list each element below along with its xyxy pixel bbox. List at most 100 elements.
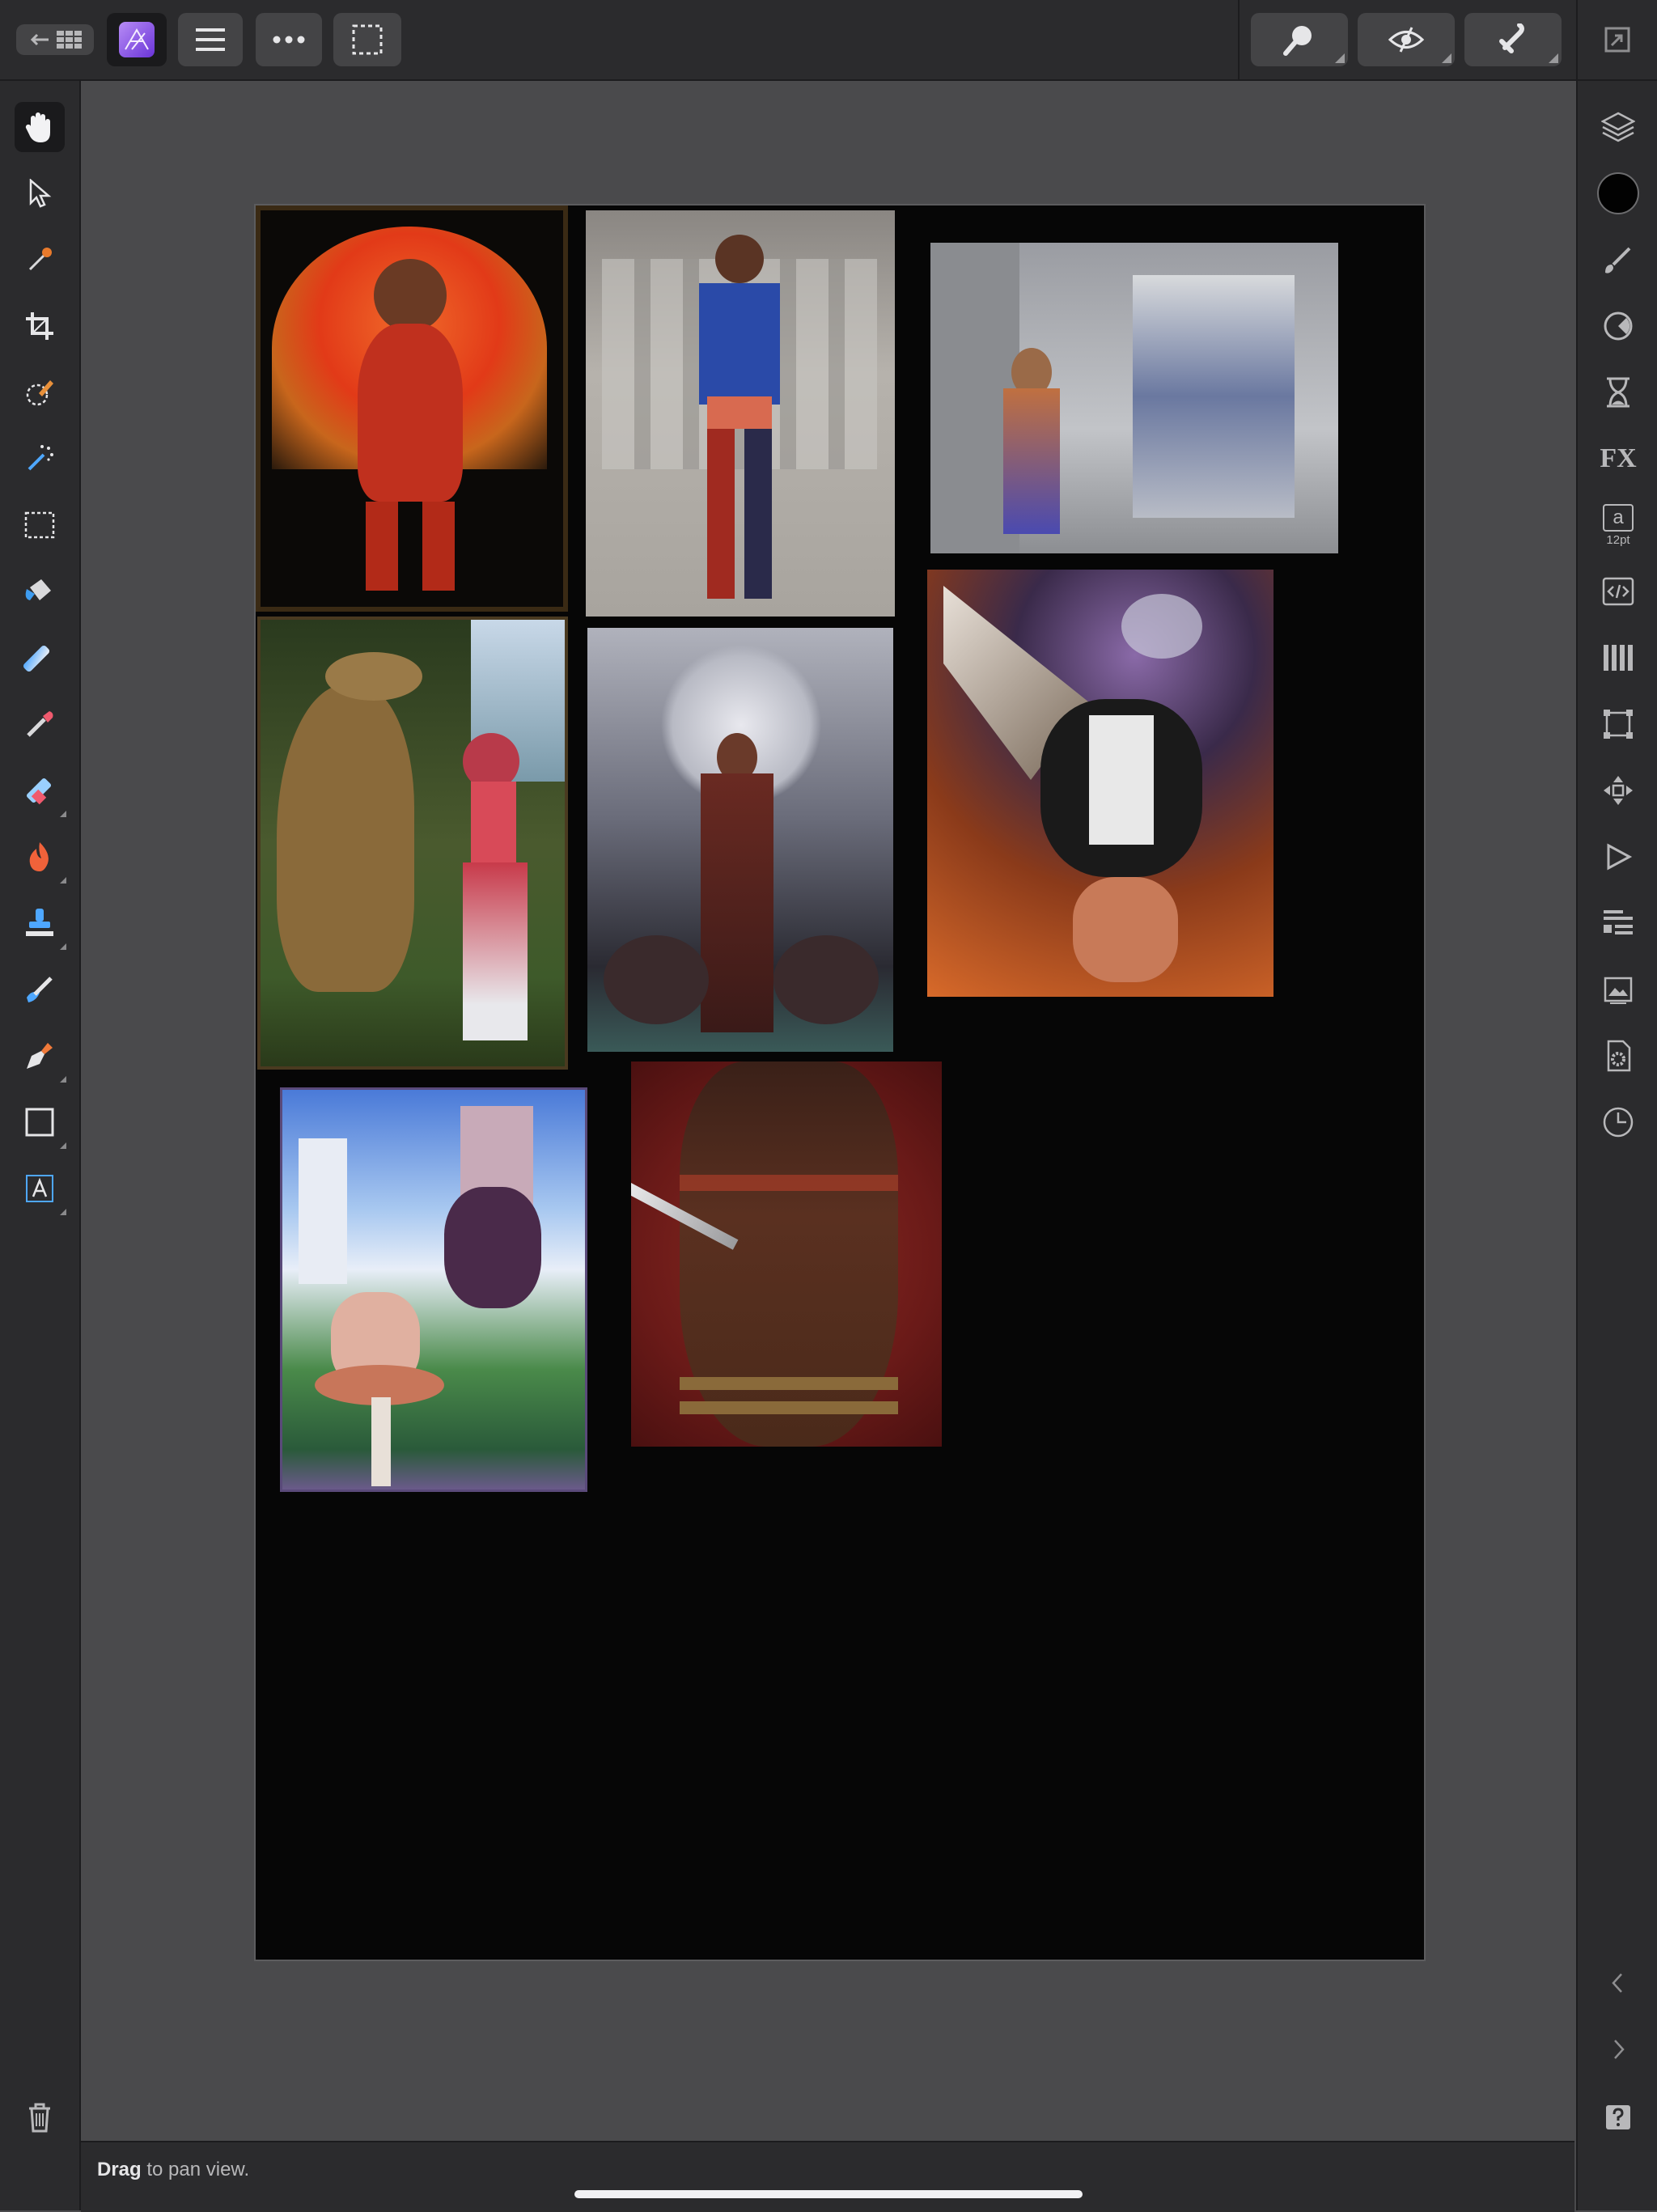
move-tool[interactable]	[15, 168, 65, 218]
brush-icon	[1605, 247, 1631, 273]
back-arrow-icon	[30, 33, 49, 46]
hamburger-menu-icon	[196, 28, 225, 51]
layers-icon	[1601, 112, 1635, 142]
rectangle-icon	[25, 1108, 54, 1137]
selection-brush-tool[interactable]	[15, 367, 65, 417]
pointer-arrow-icon	[29, 179, 52, 208]
collapse-panel-button[interactable]	[1593, 1958, 1643, 2008]
snapshots-studio[interactable]	[1593, 1097, 1643, 1147]
flood-fill-tool[interactable]	[15, 566, 65, 617]
document-canvas[interactable]	[254, 204, 1426, 1961]
flame-icon	[29, 842, 49, 871]
adjustment-dial-icon	[1604, 311, 1633, 341]
stock-studio[interactable]	[1593, 964, 1643, 1015]
view-mode-icon	[1388, 27, 1425, 53]
snapping-magnet-icon	[1499, 23, 1524, 53]
view-tool[interactable]	[15, 102, 65, 152]
zoom-icon	[1283, 26, 1312, 56]
transform-icon	[1604, 710, 1633, 739]
selection-brush-icon	[26, 380, 53, 406]
help-button[interactable]	[1593, 2092, 1643, 2142]
back-to-documents-button[interactable]	[16, 24, 94, 55]
smudge-tool[interactable]	[15, 964, 65, 1015]
paint-brush-tool[interactable]	[15, 699, 65, 749]
hourglass-icon	[1607, 377, 1629, 408]
image-icon	[1604, 977, 1633, 1004]
affinity-photo-icon	[119, 22, 155, 57]
photo-superheroine[interactable]	[586, 210, 895, 617]
marquee-rect-icon	[24, 511, 55, 539]
zoom-button[interactable]	[1251, 13, 1348, 66]
fx-icon: FX	[1600, 443, 1637, 473]
clock-icon	[1603, 1107, 1634, 1138]
photo-corridor[interactable]	[930, 243, 1338, 553]
eyedropper-icon	[28, 248, 52, 271]
toolbar-separator	[1576, 0, 1578, 79]
delete-button[interactable]	[15, 2092, 65, 2142]
erase-brush-tool[interactable]	[15, 765, 66, 817]
status-bar: Drag to pan view.	[81, 2141, 1574, 2212]
stamp-icon	[26, 909, 53, 936]
tools-panel	[0, 81, 81, 2210]
home-indicator[interactable]	[574, 2190, 1083, 2198]
document-grid-icon	[57, 31, 82, 49]
photo-persona-button[interactable]	[107, 13, 167, 66]
expand-panel-button[interactable]	[1593, 2024, 1643, 2074]
flood-select-tool[interactable]	[15, 434, 65, 484]
layers-studio[interactable]	[1593, 102, 1643, 152]
clone-tool[interactable]	[15, 898, 66, 950]
channels-icon	[1604, 645, 1633, 671]
character-studio[interactable]: a 12pt	[1593, 500, 1643, 550]
help-icon	[1606, 2105, 1630, 2129]
color-picker-tool[interactable]	[15, 235, 65, 285]
studio-panel: FX a 12pt	[1576, 81, 1657, 2210]
status-hint-text: to pan view.	[141, 2159, 250, 2180]
color-studio[interactable]	[1593, 168, 1643, 218]
photo-fairy-castle[interactable]	[280, 1087, 587, 1492]
marquee-tool[interactable]	[15, 500, 65, 550]
selection-button[interactable]	[333, 13, 401, 66]
play-icon	[1607, 843, 1633, 871]
play-studio[interactable]	[1593, 832, 1643, 882]
info-studio[interactable]	[1593, 898, 1643, 948]
eraser-icon	[26, 778, 52, 805]
main-menu-button[interactable]	[178, 13, 243, 66]
color-swatch-icon	[1597, 172, 1639, 214]
photo-moonlit-witch[interactable]	[587, 628, 893, 1052]
toolbar-separator	[1238, 0, 1240, 79]
photo-winged-creature[interactable]	[927, 570, 1273, 997]
paint-brush-icon	[27, 711, 53, 737]
view-mode-button[interactable]	[1358, 13, 1455, 66]
transform-studio[interactable]	[1593, 699, 1643, 749]
photo-sunset-warrior[interactable]	[256, 206, 568, 612]
gradient-tool[interactable]	[15, 633, 65, 683]
photo-sword-back[interactable]	[631, 1062, 942, 1447]
gradient-icon	[23, 645, 50, 672]
magic-wand-icon	[28, 445, 53, 471]
more-options-button[interactable]	[256, 13, 322, 66]
channels-studio[interactable]	[1593, 633, 1643, 683]
chevron-left-icon	[1612, 1973, 1622, 1993]
snapping-button[interactable]	[1464, 13, 1562, 66]
document-gear-icon	[1607, 1040, 1631, 1072]
hand-icon	[25, 112, 50, 142]
top-toolbar	[0, 0, 1657, 81]
status-hint-action: Drag	[97, 2159, 142, 2180]
more-dots-icon	[273, 36, 305, 44]
artistic-text-tool[interactable]	[15, 1163, 66, 1215]
pen-tool[interactable]	[15, 1031, 66, 1083]
selection-marquee-icon	[352, 24, 383, 55]
fullscreen-button[interactable]	[1586, 13, 1649, 66]
effects-studio[interactable]: FX	[1593, 434, 1643, 484]
crop-tool[interactable]	[15, 301, 65, 351]
dodge-burn-tool[interactable]	[15, 832, 66, 884]
photo-dinosaur-cowgirl[interactable]	[257, 617, 568, 1070]
macro-studio[interactable]	[1593, 566, 1643, 617]
rectangle-tool[interactable]	[15, 1097, 66, 1149]
document-settings-studio[interactable]	[1593, 1031, 1643, 1081]
adjustments-studio[interactable]	[1593, 301, 1643, 351]
history-studio[interactable]	[1593, 367, 1643, 417]
brushes-studio[interactable]	[1593, 235, 1643, 285]
pen-nib-icon	[27, 1043, 53, 1069]
navigator-studio[interactable]	[1593, 765, 1643, 816]
